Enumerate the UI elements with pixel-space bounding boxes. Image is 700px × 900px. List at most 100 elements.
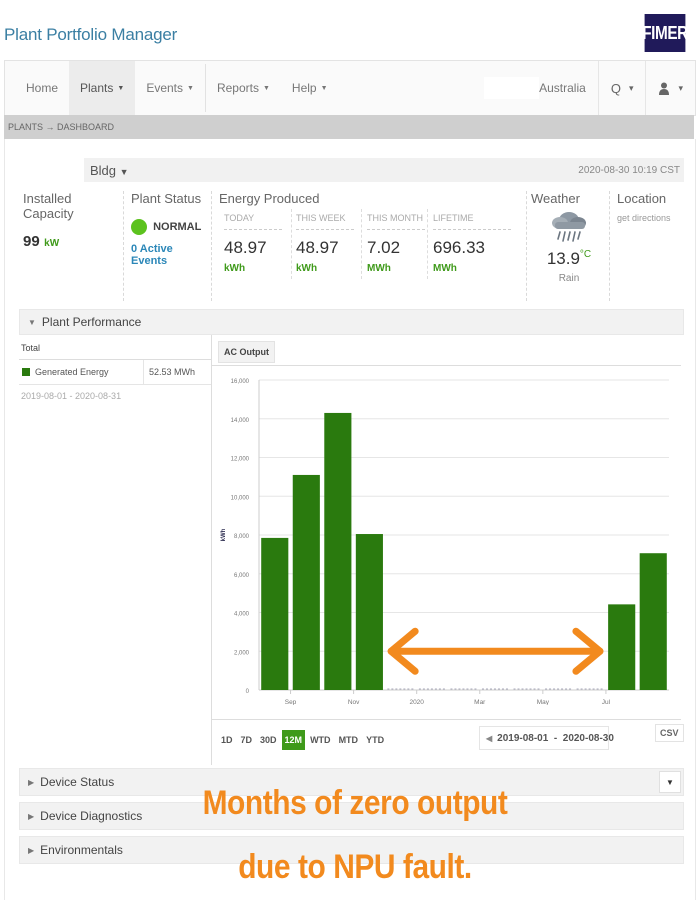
range-bar-divider (211, 719, 681, 720)
nav-plants-label: Plants (80, 81, 114, 95)
kpi-divider (211, 191, 212, 301)
legend-series-value: 52.53 MWh (143, 360, 195, 384)
bar-2019-09 (292, 474, 320, 690)
plant-name: Bldg (90, 162, 117, 178)
legend-series-name: Generated Energy (35, 367, 109, 377)
y-tick-label: 8,000 (234, 534, 250, 540)
y-axis-label: kWh (221, 528, 227, 541)
range-12m[interactable]: 12M (281, 730, 306, 750)
energy-today-label: TODAY (224, 213, 282, 230)
rain-cloud-icon (552, 212, 586, 242)
nav-plants[interactable]: Plants ▼ (69, 61, 136, 115)
plant-status-card: Plant Status NORMAL 0 Active Events (131, 191, 211, 301)
user-menu-button[interactable]: ▾ (645, 61, 695, 115)
date-range-picker[interactable]: ◀ 2019-08-01 - 2020-08-30 (479, 726, 614, 750)
y-tick-label: 0 (246, 689, 250, 695)
energy-week-unit: kWh (296, 263, 318, 274)
energy-today-unit: kWh (224, 263, 246, 274)
caret-down-icon: ▼ (320, 84, 328, 92)
device-diagnostics-title: Device Diagnostics (40, 809, 143, 823)
range-7d[interactable]: 7D (238, 730, 256, 750)
plant-selector-bar: Bldg ▼ 2020-08-30 10:19 CST (19, 158, 684, 182)
range-30d[interactable]: 30D (257, 730, 280, 750)
location-title: Location (617, 191, 667, 206)
plant-name-redacted (19, 158, 84, 182)
energy-today-value: 48.97 (224, 238, 267, 257)
weather-condition: Rain (558, 273, 580, 284)
installed-capacity-title: Installed Capacity (23, 191, 74, 221)
device-status-dropdown-button[interactable]: ▼ (659, 771, 681, 793)
performance-period: 2019-08-01 - 2020-08-31 (21, 391, 122, 401)
weather-title: Weather (531, 191, 580, 206)
search-icon: Q (610, 80, 621, 96)
plant-performance-header[interactable]: ▼ Plant Performance (19, 309, 684, 335)
y-tick-label: 16,000 (231, 379, 250, 385)
caret-down-icon: ▼ (262, 84, 270, 92)
plant-status-value: NORMAL (153, 220, 202, 233)
legend-swatch-icon (22, 368, 30, 376)
nav-help-label: Help (291, 81, 317, 95)
caret-right-icon: ▶ (28, 811, 35, 821)
plant-status-title: Plant Status (131, 191, 202, 206)
range-ytd[interactable]: YTD (363, 730, 387, 750)
x-tick-label: Nov (348, 699, 360, 705)
energy-month-unit: MWh (367, 263, 391, 274)
csv-export-button[interactable]: CSV (655, 724, 684, 742)
x-tick-label: Jul (602, 699, 611, 705)
device-status-title: Device Status (40, 775, 115, 789)
range-wtd[interactable]: WTD (307, 730, 334, 750)
region-blank-field (484, 77, 540, 99)
nav-help[interactable]: Help ▼ (281, 61, 339, 115)
nav-home-label: Home (26, 81, 59, 95)
energy-produced-card: Energy Produced TODAY 48.97 kWh THIS WEE… (219, 191, 519, 301)
weather-temp-unit: °C (579, 249, 592, 260)
caret-down-icon: ▼ (117, 84, 125, 92)
weather-card: Weather 13.9°C Rain (529, 191, 609, 301)
y-tick-label: 4,000 (234, 612, 250, 618)
range-1d[interactable]: 1D (218, 730, 236, 750)
status-indicator-icon (131, 219, 147, 235)
energy-divider (291, 209, 292, 279)
breadcrumb: PLANTS → DASHBOARD (4, 115, 694, 139)
y-tick-label: 14,000 (231, 418, 250, 424)
energy-this-month: THIS MONTH 7.02 MWh (367, 213, 425, 276)
x-tick-label: Sep (285, 699, 297, 705)
date-range-value: 2019-08-01 - 2020-08-30 (497, 732, 614, 744)
fimer-logo: FIMER (642, 14, 688, 52)
caret-right-icon: ▶ (28, 777, 35, 787)
region-selector[interactable]: Australia (539, 81, 598, 95)
tab-ac-output[interactable]: AC Output (218, 341, 275, 363)
range-selector: 1D 7D 30D 12M WTD MTD YTD (218, 730, 389, 750)
legend-row[interactable]: Generated Energy 52.53 MWh (19, 360, 212, 385)
y-tick-label: 12,000 (231, 457, 250, 463)
caret-down-icon: ▾ (628, 82, 634, 93)
total-label: Total (19, 335, 212, 360)
app-title: Plant Portfolio Manager (4, 25, 178, 44)
nav-reports-label: Reports (216, 81, 259, 95)
environmentals-title: Environmentals (40, 843, 123, 857)
bar-2019-10 (324, 412, 352, 690)
energy-lifetime-value: 696.33 (433, 238, 485, 257)
kpi-divider (526, 191, 527, 301)
range-mtd[interactable]: MTD (336, 730, 362, 750)
nav-events-label: Events (146, 81, 183, 95)
installed-capacity-value: 99 (23, 233, 40, 250)
nav-reports[interactable]: Reports ▼ (206, 61, 281, 115)
prev-period-icon[interactable]: ◀ (486, 734, 492, 743)
plant-timestamp: 2020-08-30 10:19 CST (578, 164, 680, 176)
plant-selector[interactable]: Bldg ▼ (90, 163, 129, 178)
nav-events[interactable]: Events ▼ (135, 61, 205, 115)
active-events-link[interactable]: 0 Active Events (131, 243, 211, 267)
search-dropdown-button[interactable]: Q ▾ (597, 61, 646, 115)
installed-capacity-card: Installed Capacity 99 kW (23, 191, 123, 301)
annotation-line-2: due to NPU fault. (238, 848, 472, 886)
energy-lifetime-unit: MWh (433, 263, 457, 274)
nav-home[interactable]: Home (15, 61, 69, 115)
energy-this-week: THIS WEEK 48.97 kWh (296, 213, 354, 276)
caret-down-icon: ▼ (187, 84, 194, 92)
performance-totals: Total Generated Energy 52.53 MWh 2019-08… (19, 335, 212, 401)
installed-capacity-unit: kW (44, 238, 60, 249)
x-tick-label: May (537, 699, 550, 705)
plant-performance-title: Plant Performance (41, 315, 142, 329)
get-directions-link[interactable]: get directions (617, 213, 692, 223)
